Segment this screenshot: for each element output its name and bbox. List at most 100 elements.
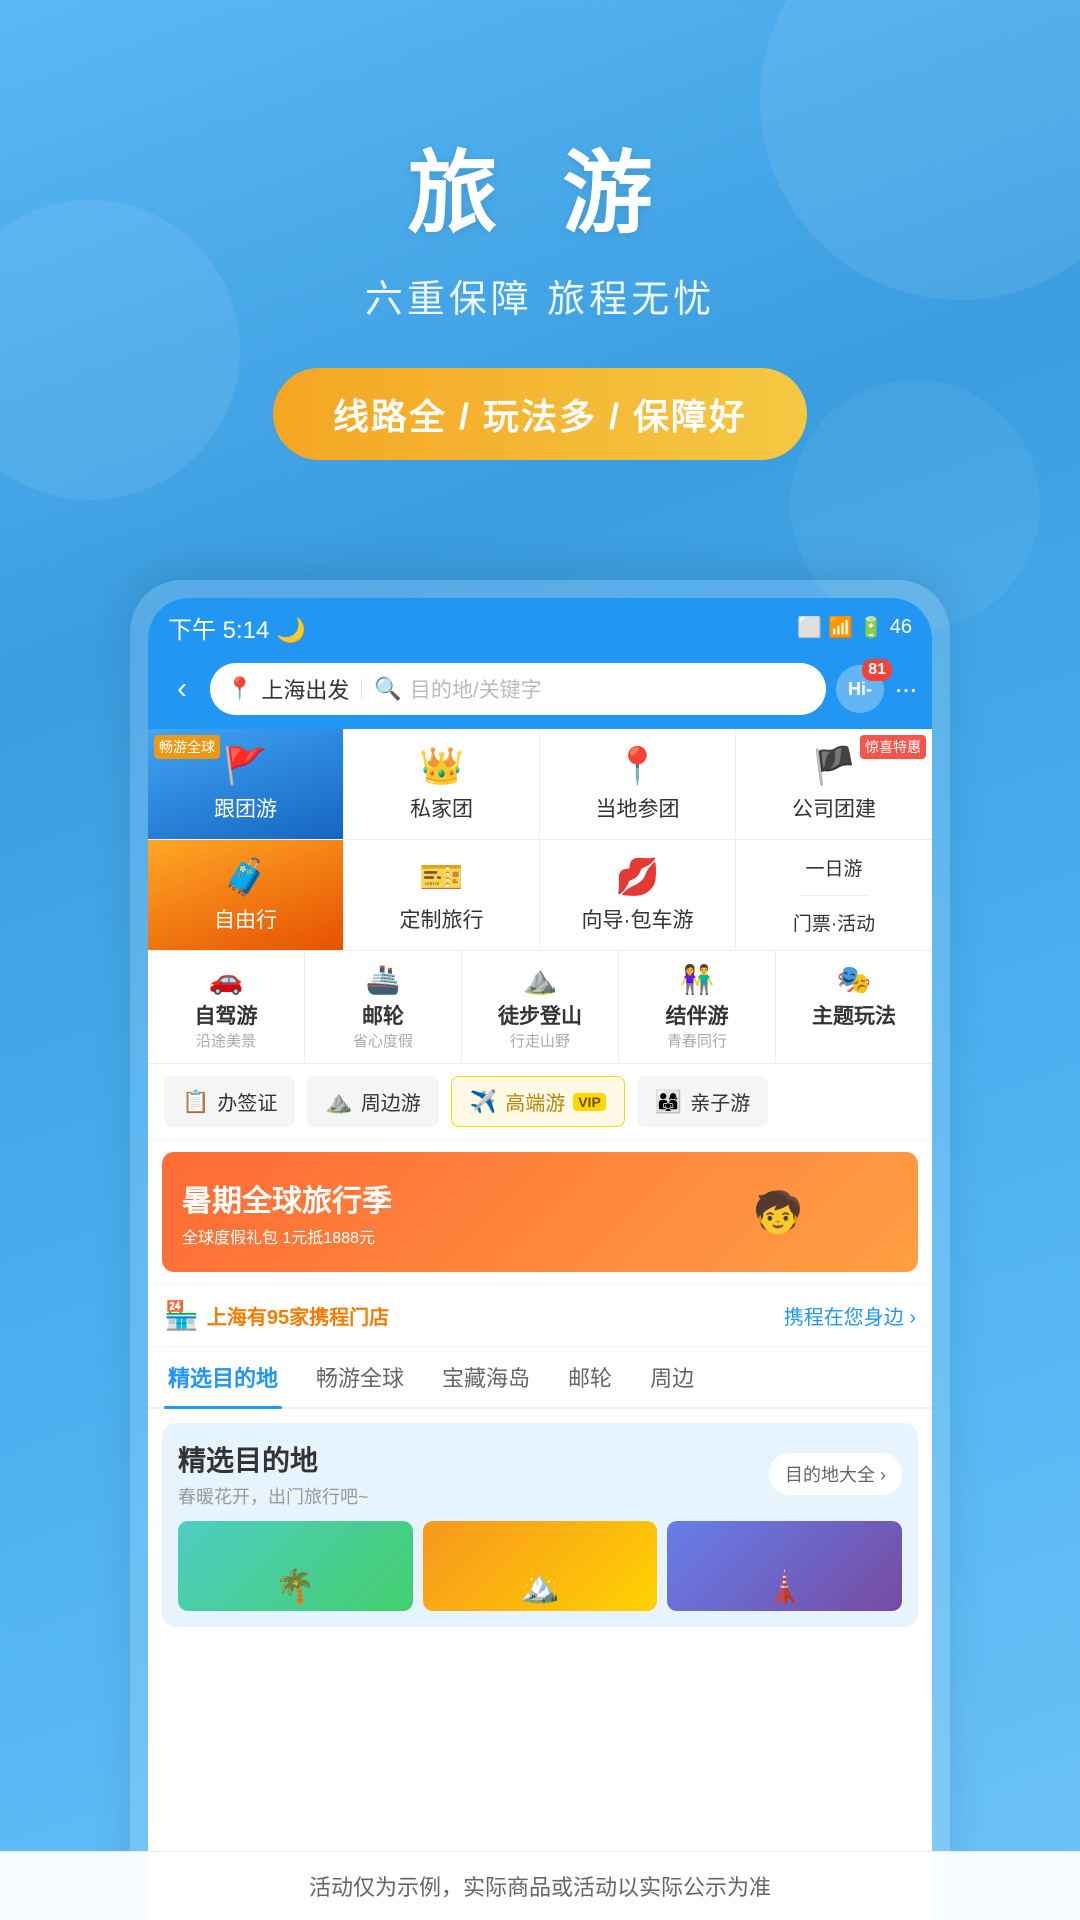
free-travel-label: 自由行 [214,904,277,934]
tab-selected-dest[interactable]: 精选目的地 [164,1347,282,1407]
custom-travel-icon: 🎫 [419,856,464,898]
family-icon: 👨‍👩‍👧 [655,1089,682,1115]
cat-private-tour[interactable]: 👑 私家团 [344,729,540,839]
small-item-self-drive[interactable]: 🚗 自驾游 沿途美景 [148,951,305,1063]
screen-icon: ⬜ [797,615,822,640]
dest-thumb-1-emoji: 🌴 [275,1567,315,1605]
ticket-activity[interactable]: 门票·活动 [787,896,881,951]
banner-title: 暑期全球旅行季 [182,1176,392,1220]
nearby-label: 周边游 [361,1087,421,1116]
local-tour-label: 当地参团 [596,793,680,823]
cat-local-tour[interactable]: 📍 当地参团 [540,729,736,839]
phone-mockup: 下午 5:14 🌙 ⬜ 📶 🔋 46 ‹ 📍 上海出发 🔍 目的地/关键字 [130,580,950,1920]
small-item-hiking[interactable]: ⛰️ 徒步登山 行走山野 [462,951,619,1063]
search-icon: 🔍 [374,676,401,702]
cruise-label: 邮轮 [362,1000,404,1030]
status-time: 下午 5:14 🌙 [168,610,306,645]
private-tour-label: 私家团 [410,793,473,823]
disclaimer: 活动仅为示例，实际商品或活动以实际公示为准 [0,1851,1080,1920]
tab-nearby[interactable]: 周边 [646,1347,698,1407]
tab-bar: 精选目的地 畅游全球 宝藏海岛 邮轮 周边 [148,1347,932,1409]
dest-thumb-2[interactable]: 🏔️ [423,1521,658,1611]
cat-custom-travel[interactable]: 🎫 定制旅行 [344,840,540,950]
category-row-2: 🧳 自由行 🎫 定制旅行 💋 向导·包车游 一日游 门票·活动 [148,840,932,951]
cat-guide-bus[interactable]: 💋 向导·包车游 [540,840,736,950]
hero-badge: 线路全 / 玩法多 / 保障好 [273,368,807,460]
back-button[interactable]: ‹ [164,672,200,706]
avatar-button[interactable]: Hi- 81 [836,665,884,713]
self-drive-icon: 🚗 [209,963,244,996]
hero-subtitle: 六重保障 旅程无忧 [0,268,1080,323]
visa-icon: 📋 [182,1089,209,1115]
more-button[interactable]: ··· [894,673,916,705]
dest-thumb-3[interactable]: 🗼 [667,1521,902,1611]
dest-title: 精选目的地 [178,1439,369,1479]
tag-visa[interactable]: 📋 办签证 [164,1076,295,1127]
wifi-icon: 📶 [828,615,853,640]
search-bar[interactable]: 📍 上海出发 🔍 目的地/关键字 [210,663,826,715]
company-tour-badge: 惊喜特惠 [860,735,926,759]
group-tour-icon: 🚩 [223,745,268,787]
guide-bus-icon: 💋 [615,856,660,898]
theme-icon: 🎭 [837,963,872,996]
hiking-icon: ⛰️ [523,963,558,996]
app-header: ‹ 📍 上海出发 🔍 目的地/关键字 Hi- 81 ··· [148,653,932,729]
partner-sub: 青春同行 [667,1030,727,1051]
tab-global[interactable]: 畅游全球 [312,1347,408,1407]
battery-icon: 🔋 [859,615,884,640]
tag-family[interactable]: 👨‍👩‍👧 亲子游 [637,1076,768,1127]
hero-title: 旅 游 [0,120,1080,250]
dest-section: 精选目的地 春暖花开，出门旅行吧~ 目的地大全 › 🌴 🏔️ 🗼 [162,1423,918,1627]
ticket-label: 门票·活动 [793,909,875,936]
dest-all-button[interactable]: 目的地大全 › [769,1453,902,1495]
company-tour-label: 公司团建 [792,793,876,823]
partner-icon: 👫 [680,963,715,996]
tag-nearby[interactable]: ⛰️ 周边游 [307,1076,438,1127]
vip-badge: VIP [573,1093,606,1111]
location-icon: 📍 [226,676,253,702]
category-row-1: 畅游全球 🚩 跟团游 👑 私家团 📍 当地参团 惊喜特惠 🏴 公司团建 [148,729,932,840]
small-item-theme[interactable]: 🎭 主题玩法 [776,951,932,1063]
promo-banner[interactable]: 暑期全球旅行季 全球度假礼包 1元抵1888元 🧒 [162,1152,918,1272]
local-tour-icon: 📍 [615,745,660,787]
day-trip-label: 一日游 [805,854,862,881]
small-items-row: 🚗 自驾游 沿途美景 🚢 邮轮 省心度假 ⛰️ 徒步登山 行走山野 👫 结伴游 [148,951,932,1064]
group-tour-label: 跟团游 [214,793,277,823]
day-trip-top[interactable]: 一日游 [799,840,868,896]
store-bar: 🏪 上海有95家携程门店 携程在您身边 › [148,1284,932,1347]
search-placeholder: 目的地/关键字 [410,674,542,704]
dest-thumb-1[interactable]: 🌴 [178,1521,413,1611]
tab-cruise[interactable]: 邮轮 [564,1347,616,1407]
hero-section: 旅 游 六重保障 旅程无忧 线路全 / 玩法多 / 保障好 [0,0,1080,460]
free-travel-icon: 🧳 [223,856,268,898]
tab-island[interactable]: 宝藏海岛 [438,1347,534,1407]
cat-day-trip[interactable]: 一日游 门票·活动 [736,840,932,950]
cat-free-travel[interactable]: 🧳 自由行 [148,840,344,950]
dest-thumbnails: 🌴 🏔️ 🗼 [178,1521,902,1611]
small-item-cruise[interactable]: 🚢 邮轮 省心度假 [305,951,462,1063]
theme-label: 主题玩法 [812,1000,896,1030]
store-link[interactable]: 携程在您身边 › [784,1301,916,1330]
banner-emoji: 🧒 [753,1189,803,1236]
tag-luxury[interactable]: ✈️ 高端游 VIP [451,1076,625,1127]
phone-inner: 下午 5:14 🌙 ⬜ 📶 🔋 46 ‹ 📍 上海出发 🔍 目的地/关键字 [148,598,932,1920]
cat-group-tour[interactable]: 畅游全球 🚩 跟团游 [148,729,344,839]
content-area: 畅游全球 🚩 跟团游 👑 私家团 📍 当地参团 惊喜特惠 🏴 公司团建 [148,729,932,1920]
luxury-icon: ✈️ [470,1089,497,1115]
cruise-icon: 🚢 [366,963,401,996]
small-item-partner[interactable]: 👫 结伴游 青春同行 [619,951,776,1063]
cruise-sub: 省心度假 [353,1030,413,1051]
notification-badge: 81 [862,659,892,681]
banner-sub: 全球度假礼包 1元抵1888元 [182,1224,392,1248]
header-actions: Hi- 81 ··· [836,665,916,713]
custom-travel-label: 定制旅行 [400,904,484,934]
dest-header: 精选目的地 春暖花开，出门旅行吧~ 目的地大全 › [178,1439,902,1509]
private-tour-icon: 👑 [419,745,464,787]
hiking-sub: 行走山野 [510,1030,570,1051]
cat-company-tour[interactable]: 惊喜特惠 🏴 公司团建 [736,729,932,839]
dest-header-left: 精选目的地 春暖花开，出门旅行吧~ [178,1439,369,1509]
store-text: 上海有95家携程门店 [207,1301,784,1330]
hiking-label: 徒步登山 [498,1000,582,1030]
moon-icon: 🌙 [276,617,306,644]
self-drive-label: 自驾游 [195,1000,258,1030]
